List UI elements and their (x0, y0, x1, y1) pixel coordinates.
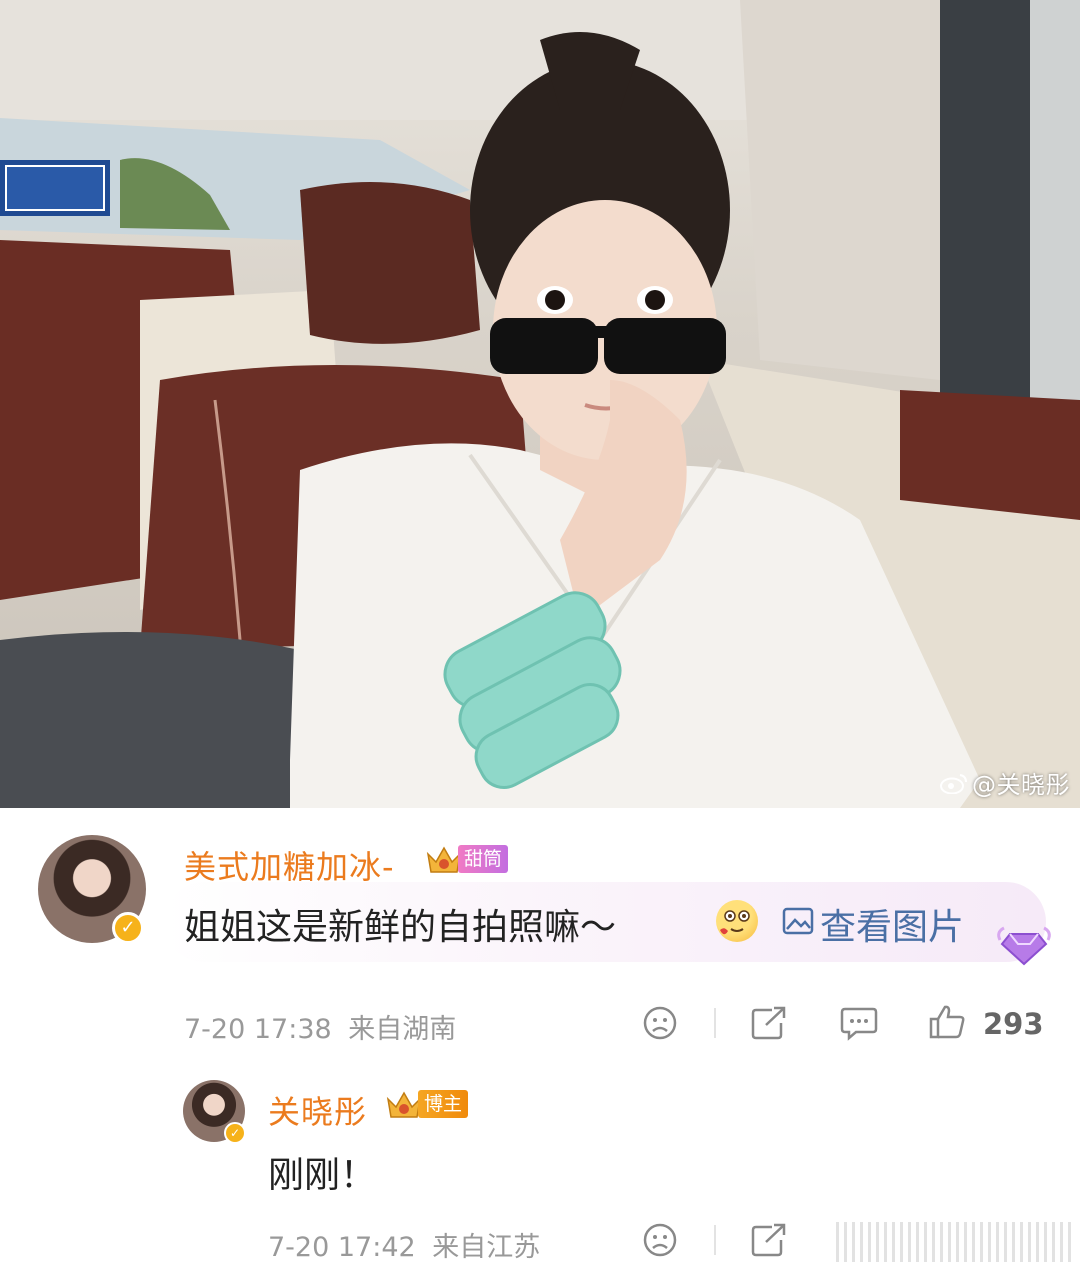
share-icon (751, 1223, 786, 1257)
image-icon (782, 904, 814, 945)
sad-face-icon (643, 1223, 677, 1257)
host-badge-label: 博主 (418, 1090, 469, 1118)
dislike-button[interactable] (642, 1005, 678, 1041)
cropped-edge (836, 1222, 1072, 1262)
like-count: 293 (983, 1007, 1044, 1041)
thumbs-up-icon (929, 1005, 965, 1039)
reply-username[interactable]: 关晓彤 (268, 1087, 367, 1133)
sad-face-icon (643, 1006, 677, 1040)
reply-meta: 7-20 17:42 来自江苏 (268, 1225, 540, 1264)
host-badge[interactable]: 博主 (384, 1087, 469, 1121)
share-icon (751, 1006, 786, 1040)
comment-text: 姐姐这是新鲜的自拍照嘛～ (184, 907, 617, 948)
like-button[interactable] (928, 1003, 966, 1041)
watermark: @关晓彤 (940, 765, 1070, 800)
post-photo[interactable]: @关晓彤 (0, 0, 1080, 808)
weibo-logo-icon (940, 772, 968, 794)
divider (714, 1225, 716, 1255)
gem-badge-icon (996, 922, 1052, 972)
dislike-button[interactable] (642, 1222, 678, 1258)
watermark-text: @关晓彤 (972, 771, 1070, 799)
reply-location: 来自江苏 (432, 1232, 541, 1263)
selfie-image (0, 0, 1080, 808)
view-image-label: 查看图片 (820, 907, 965, 948)
share-button[interactable] (750, 1005, 788, 1041)
reply-time: 7-20 17:42 (268, 1232, 416, 1263)
comment-location: 来自湖南 (348, 1014, 457, 1045)
comment-meta: 7-20 17:38 来自湖南 (184, 1007, 456, 1046)
fan-badge[interactable]: 甜筒 (424, 842, 509, 876)
share-button[interactable] (750, 1222, 788, 1258)
fan-badge-label: 甜筒 (458, 845, 509, 873)
reply-text: 刚刚！ (268, 1155, 377, 1196)
reply-button[interactable] (840, 1005, 878, 1041)
view-image-link[interactable]: 查看图片 (782, 898, 964, 950)
comment-icon (840, 1007, 878, 1041)
verified-badge-icon: ✓ (224, 1122, 246, 1144)
verified-badge-icon: ✓ (112, 912, 144, 944)
drooling-face-emoji-icon (716, 900, 758, 942)
divider (714, 1008, 716, 1038)
comment-time: 7-20 17:38 (184, 1014, 332, 1045)
